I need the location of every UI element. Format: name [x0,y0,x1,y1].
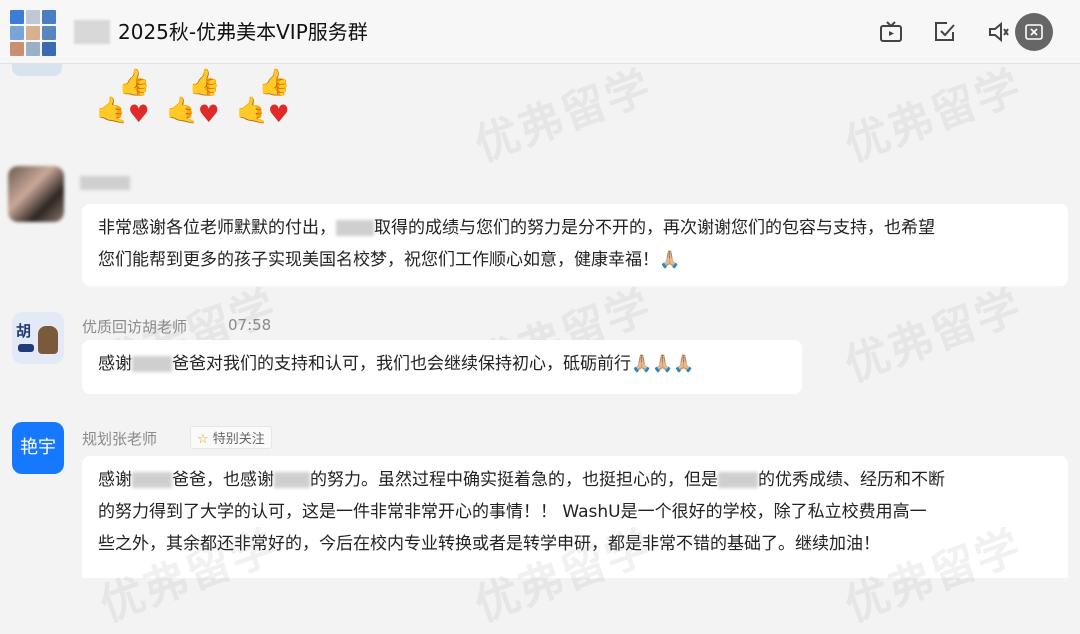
pray-emoji: 🙏🏼 [659,250,681,270]
thumbs-heart-sticker: 👍 🤙 ♥ [96,68,151,128]
message-text: 的努力得到了大学的认可，这是一件非常非常开心的事情！！ WashU是一个很好的学… [98,502,927,522]
avatar[interactable]: 艳宇 [12,422,64,474]
special-follow-badge[interactable]: ☆ 特别关注 [190,426,272,449]
watermark: 优弗留学 [838,60,1029,172]
message-text: 取得的成绩与您们的努力是分不开的，再次谢谢您们的包容与支持，也希望 [374,218,935,238]
close-icon[interactable] [1015,13,1053,51]
chat-header: 2025秋-优弗美本VIP服务群 [0,0,1080,64]
avatar-label: 胡 [16,322,32,340]
blurred-name [718,472,758,488]
badge-label: 特别关注 [212,432,265,447]
blurred-name [132,356,172,372]
avatar[interactable] [12,64,62,76]
message-text: 的努力。虽然过程中确实挺着急的，也挺担心的，但是 [310,470,718,490]
watermark: 优弗留学 [838,280,1029,392]
blurred-name [336,220,374,236]
sender-name: 规划张老师 [82,430,158,448]
blurred-name [274,472,310,488]
tv-icon[interactable] [878,19,904,45]
message-bubble[interactable]: 非常感谢各位老师默默的付出， 取得的成绩与您们的努力是分不开的，再次谢谢您们的包容… [82,204,1068,286]
thumbs-heart-sticker: 👍 🤙 ♥ [236,68,291,128]
thumbs-heart-sticker: 👍 🤙 ♥ [166,68,221,128]
chat-title: 2025秋-优弗美本VIP服务群 [118,20,368,44]
group-avatar[interactable] [10,10,56,56]
emoji-sticker-row: 👍 🤙 ♥ 👍 🤙 ♥ 👍 🤙 ♥ [96,68,294,130]
message-text: 您们能帮到更多的孩子实现美国名校梦，祝您们工作顺心如意，健康幸福！ [98,250,659,270]
blurred-name [132,472,172,488]
blurred-name [74,20,110,44]
speaker-icon[interactable] [986,19,1012,45]
checkbox-icon[interactable] [932,19,958,45]
message-text: 的优秀成绩、经历和不断 [758,470,945,490]
message-bubble[interactable]: 感谢 爸爸对我们的支持和认可，我们也会继续保持初心，砥砺前行🙏🏼🙏🏼🙏🏼 [82,340,802,394]
star-icon: ☆ [197,432,209,447]
watermark: 优弗留学 [468,60,659,172]
message-text: 些之外，其余都还非常好的，今后在校内专业转换或者是转学申研，都是非常不错的基础了… [98,534,880,554]
pray-emoji: 🙏🏼🙏🏼🙏🏼 [631,354,695,374]
message-time: 07:58 [228,316,272,334]
message-text: 爸爸对我们的支持和认可，我们也会继续保持初心，砥砺前行 [172,354,631,374]
message-text: 感谢 [98,354,132,374]
message-text: 爸爸，也感谢 [172,470,274,490]
blurred-sender-name [80,176,130,190]
message-text: 感谢 [98,470,132,490]
avatar[interactable]: 胡 [12,312,64,364]
sender-name: 优质回访胡老师 [82,318,188,336]
avatar[interactable] [8,166,64,222]
message-bubble[interactable]: 感谢 爸爸，也感谢 的努力。虽然过程中确实挺着急的，也挺担心的，但是 的优秀成绩、经历… [82,456,1068,578]
message-text: 非常感谢各位老师默默的付出， [98,218,336,238]
